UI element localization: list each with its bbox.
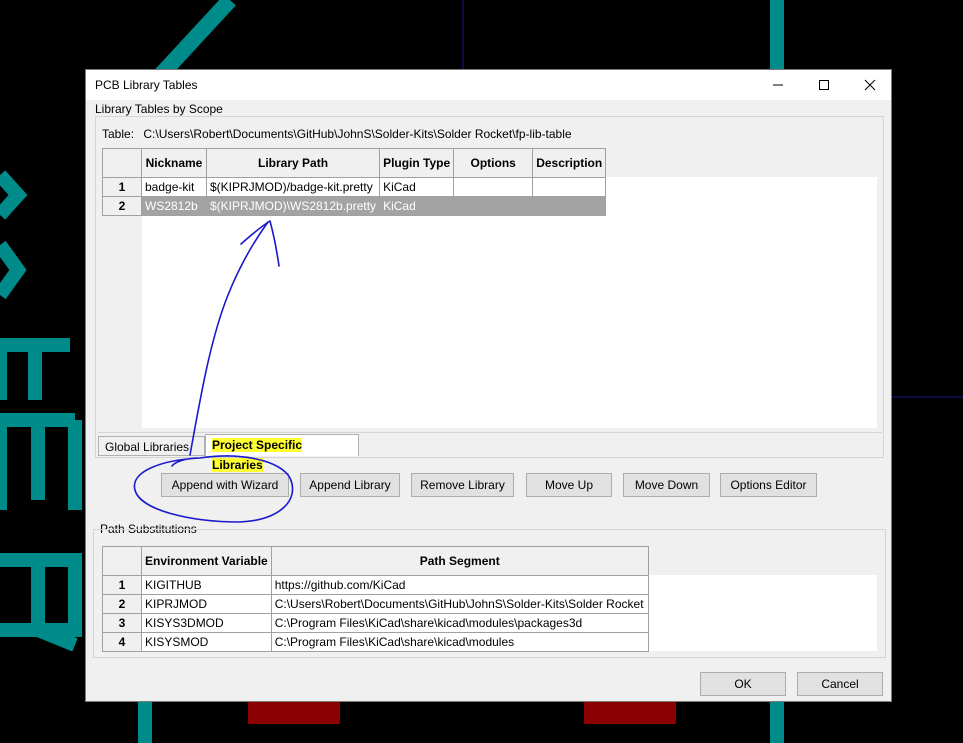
cell-var[interactable]: KIPRJMOD [141,594,272,614]
col-path-segment[interactable]: Path Segment [270,546,649,576]
col-environment-variable[interactable]: Environment Variable [141,546,272,576]
cell-plugin-type[interactable]: KiCad [379,196,455,216]
table-row[interactable]: 3 KISYS3DMOD C:\Program Files\KiCad\shar… [102,613,649,633]
options-editor-button[interactable]: Options Editor [720,473,817,497]
col-plugin-type[interactable]: Plugin Type [379,148,455,178]
maximize-icon [819,80,829,90]
cell-description[interactable] [532,196,607,216]
col-options[interactable]: Options [453,148,534,178]
tab-project-label: Project Specific Libraries [212,438,303,472]
title-bar: PCB Library Tables [86,70,891,100]
cell-var[interactable]: KISYS3DMOD [141,613,272,633]
scope-group-label: Library Tables by Scope [95,102,223,116]
cancel-button[interactable]: Cancel [797,672,883,696]
row-number[interactable]: 2 [102,594,142,614]
cell-plugin-type[interactable]: KiCad [379,177,455,197]
row-number[interactable]: 3 [102,613,142,633]
corner-cell [102,546,142,576]
append-with-wizard-button[interactable]: Append with Wizard [161,473,289,497]
cell-options[interactable] [453,177,534,197]
close-icon [864,79,876,91]
library-table[interactable]: Nickname Library Path Plugin Type Option… [102,148,607,216]
remove-library-button[interactable]: Remove Library [411,473,514,497]
cell-library-path[interactable]: $(KIPRJMOD)\WS2812b.pretty [205,196,381,216]
minimize-button[interactable] [755,70,801,100]
table-row[interactable]: 1 KIGITHUB https://github.com/KiCad [102,575,649,595]
tab-project-specific-libraries[interactable]: Project Specific Libraries [205,434,359,472]
table-path-prefix: Table: [102,127,135,141]
ok-button[interactable]: OK [700,672,786,696]
cell-segment[interactable]: https://github.com/KiCad [270,575,649,595]
row-number[interactable]: 2 [102,196,142,216]
table-row-selected[interactable]: 2 WS2812b $(KIPRJMOD)\WS2812b.pretty KiC… [102,196,607,216]
pcb-library-tables-dialog: PCB Library Tables Library Tables by Sco… [85,69,892,702]
col-library-path[interactable]: Library Path [205,148,381,178]
cell-nickname[interactable]: WS2812b [141,196,207,216]
cell-segment[interactable]: C:\Users\Robert\Documents\GitHub\JohnS\S… [270,594,649,614]
scope-tabs: Global Libraries Project Specific Librar… [98,432,882,472]
cell-segment[interactable]: C:\Program Files\KiCad\share\kicad\modul… [270,613,649,633]
col-nickname[interactable]: Nickname [141,148,207,178]
tab-global-label: Global Libraries [105,440,190,454]
table-row[interactable]: 1 badge-kit $(KIPRJMOD)/badge-kit.pretty… [102,177,607,197]
cell-var[interactable]: KIGITHUB [141,575,272,595]
row-number[interactable]: 1 [102,575,142,595]
cell-library-path[interactable]: $(KIPRJMOD)/badge-kit.pretty [205,177,381,197]
table-path-value: C:\Users\Robert\Documents\GitHub\JohnS\S… [143,127,572,141]
table-path: Table: C:\Users\Robert\Documents\GitHub\… [102,127,572,141]
move-up-button[interactable]: Move Up [526,473,612,497]
cell-nickname[interactable]: badge-kit [141,177,207,197]
window-title: PCB Library Tables [95,78,198,92]
cell-segment[interactable]: C:\Program Files\KiCad\share\kicad\modul… [270,632,649,652]
close-button[interactable] [847,70,893,100]
maximize-button[interactable] [801,70,847,100]
append-library-button[interactable]: Append Library [300,473,400,497]
tab-global-libraries[interactable]: Global Libraries [98,436,205,456]
table-row[interactable]: 4 KISYSMOD C:\Program Files\KiCad\share\… [102,632,649,652]
cell-var[interactable]: KISYSMOD [141,632,272,652]
path-subst-table[interactable]: Environment Variable Path Segment 1 KIGI… [102,546,649,652]
corner-cell [102,148,142,178]
move-down-button[interactable]: Move Down [623,473,710,497]
cell-description[interactable] [532,177,607,197]
col-description[interactable]: Description [532,148,607,178]
row-number[interactable]: 1 [102,177,142,197]
row-number[interactable]: 4 [102,632,142,652]
table-row[interactable]: 2 KIPRJMOD C:\Users\Robert\Documents\Git… [102,594,649,614]
minimize-icon [773,84,783,86]
cell-options[interactable] [453,196,534,216]
